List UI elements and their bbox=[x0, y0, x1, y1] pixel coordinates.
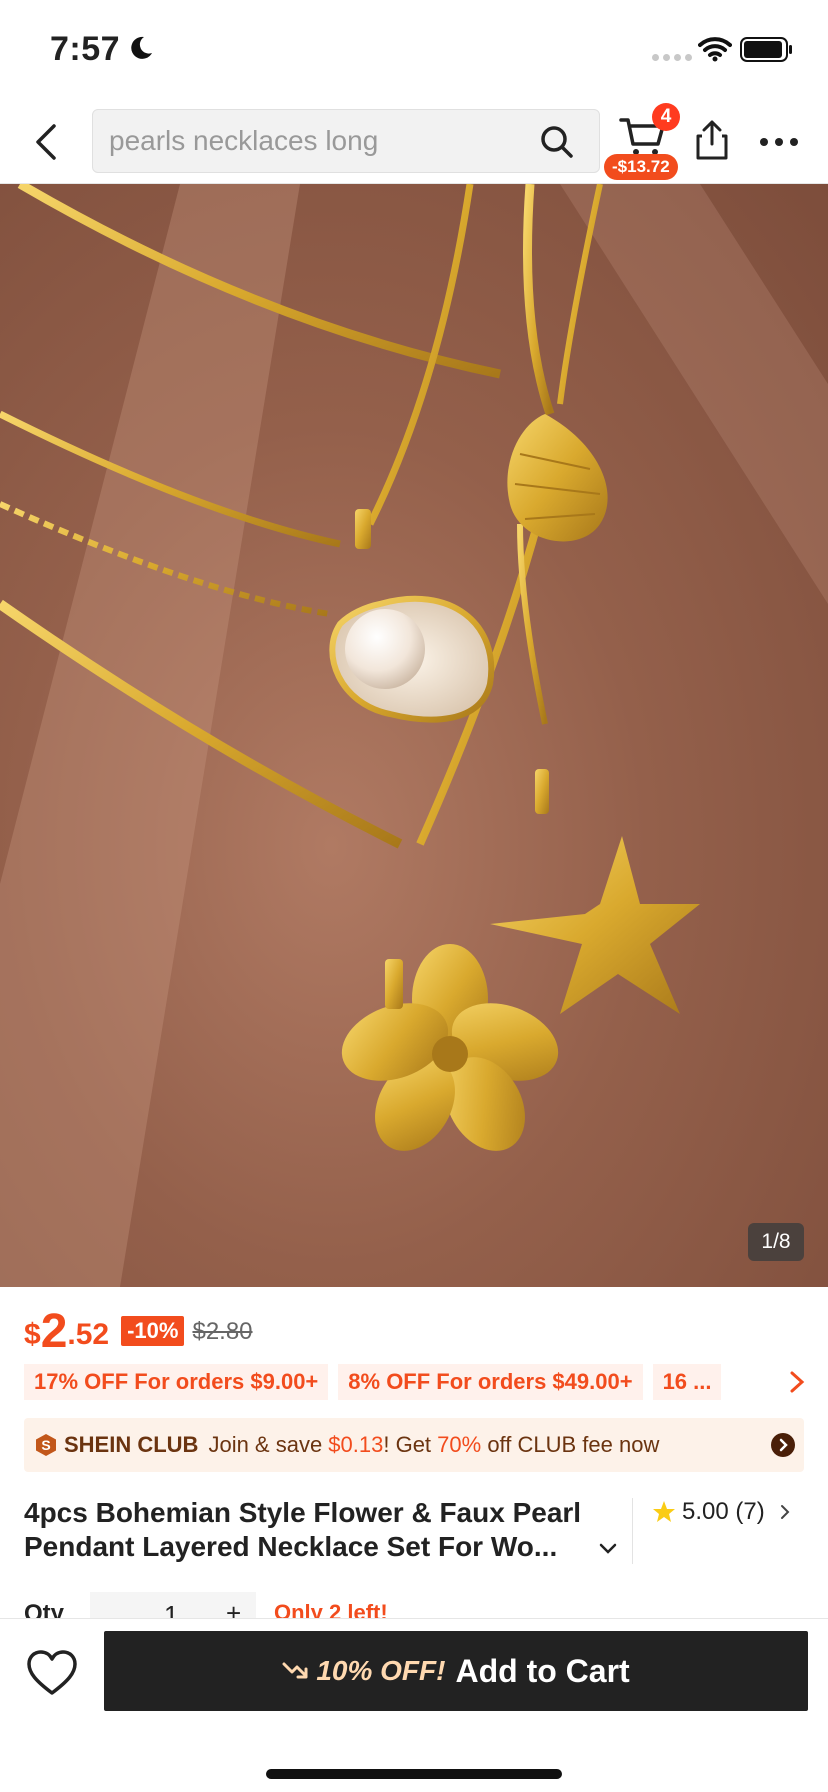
search-bar[interactable] bbox=[92, 109, 600, 173]
quantity-row: Qty 1 + Only 2 left! bbox=[24, 1592, 804, 1618]
battery-icon bbox=[740, 37, 792, 62]
status-bar: 7:57 bbox=[0, 0, 828, 100]
coupon-tag[interactable]: 8% OFF For orders $49.00+ bbox=[338, 1364, 643, 1400]
qty-label: Qty bbox=[24, 1600, 65, 1618]
review-count: (7) bbox=[735, 1498, 765, 1525]
rating-value: 5.00 bbox=[682, 1498, 729, 1525]
more-icon[interactable] bbox=[756, 124, 802, 160]
chevron-right-icon[interactable] bbox=[788, 1369, 806, 1395]
cart-count-badge: 4 bbox=[652, 103, 680, 131]
star-icon bbox=[653, 1501, 675, 1522]
divider bbox=[632, 1498, 633, 1564]
chevron-down-icon[interactable] bbox=[598, 1540, 618, 1558]
moon-icon bbox=[131, 36, 152, 59]
button-discount-label: 10% OFF! bbox=[316, 1655, 446, 1686]
add-to-cart-button[interactable]: 10% OFF! Add to Cart bbox=[104, 1631, 808, 1711]
stock-warning: Only 2 left! bbox=[274, 1600, 388, 1618]
back-icon[interactable] bbox=[30, 120, 66, 164]
product-photo bbox=[0, 184, 828, 1287]
rating-summary[interactable]: 5.00 (7) bbox=[652, 1498, 791, 1526]
product-title[interactable]: 4pcs Bohemian Style Flower & Faux Pearl … bbox=[24, 1496, 630, 1564]
price-row: $ 2 .52 -10% $2.80 bbox=[24, 1298, 253, 1358]
add-to-cart-label: Add to Cart bbox=[455, 1652, 630, 1689]
coupon-strip[interactable]: 17% OFF For orders $9.00+ 8% OFF For ord… bbox=[24, 1364, 804, 1400]
chevron-right-circle-icon[interactable] bbox=[770, 1432, 796, 1458]
svg-text:S: S bbox=[41, 1437, 50, 1453]
home-indicator bbox=[266, 1769, 562, 1779]
coupon-tag[interactable]: 16 ... bbox=[652, 1364, 722, 1400]
share-icon[interactable] bbox=[694, 118, 730, 162]
qty-plus-button[interactable]: + bbox=[226, 1598, 241, 1618]
top-nav: 4 -$13.72 bbox=[0, 100, 828, 184]
search-icon[interactable] bbox=[539, 124, 575, 160]
club-title: SHEIN CLUB bbox=[64, 1432, 199, 1457]
signal-icon bbox=[652, 54, 692, 61]
discount-badge: -10% bbox=[121, 1316, 185, 1346]
price-decimal: .52 bbox=[67, 1318, 110, 1351]
trend-down-icon bbox=[282, 1662, 308, 1679]
original-price: $2.80 bbox=[192, 1318, 253, 1345]
price-currency: $ bbox=[24, 1318, 41, 1351]
wifi-icon bbox=[698, 37, 732, 62]
coupon-tag[interactable]: 17% OFF For orders $9.00+ bbox=[24, 1364, 329, 1400]
status-time: 7:57 bbox=[50, 30, 121, 68]
product-image-gallery[interactable]: 1/8 bbox=[0, 184, 828, 1287]
price-integer: 2 bbox=[40, 1305, 68, 1358]
qty-value: 1 bbox=[164, 1600, 179, 1618]
club-badge-icon: S bbox=[36, 1434, 56, 1456]
search-input[interactable] bbox=[109, 110, 529, 172]
club-promo-text: Join & save $0.13! Get 70% off CLUB fee … bbox=[208, 1432, 660, 1457]
bottom-action-bar: 10% OFF! Add to Cart bbox=[0, 1618, 828, 1792]
image-counter: 1/8 bbox=[748, 1223, 804, 1261]
heart-icon[interactable] bbox=[26, 1649, 78, 1697]
shein-club-banner[interactable]: S SHEIN CLUB Join & save $0.13! Get 70% … bbox=[24, 1418, 804, 1472]
chevron-right-icon bbox=[780, 1505, 790, 1519]
cart-savings-badge: -$13.72 bbox=[604, 154, 678, 180]
